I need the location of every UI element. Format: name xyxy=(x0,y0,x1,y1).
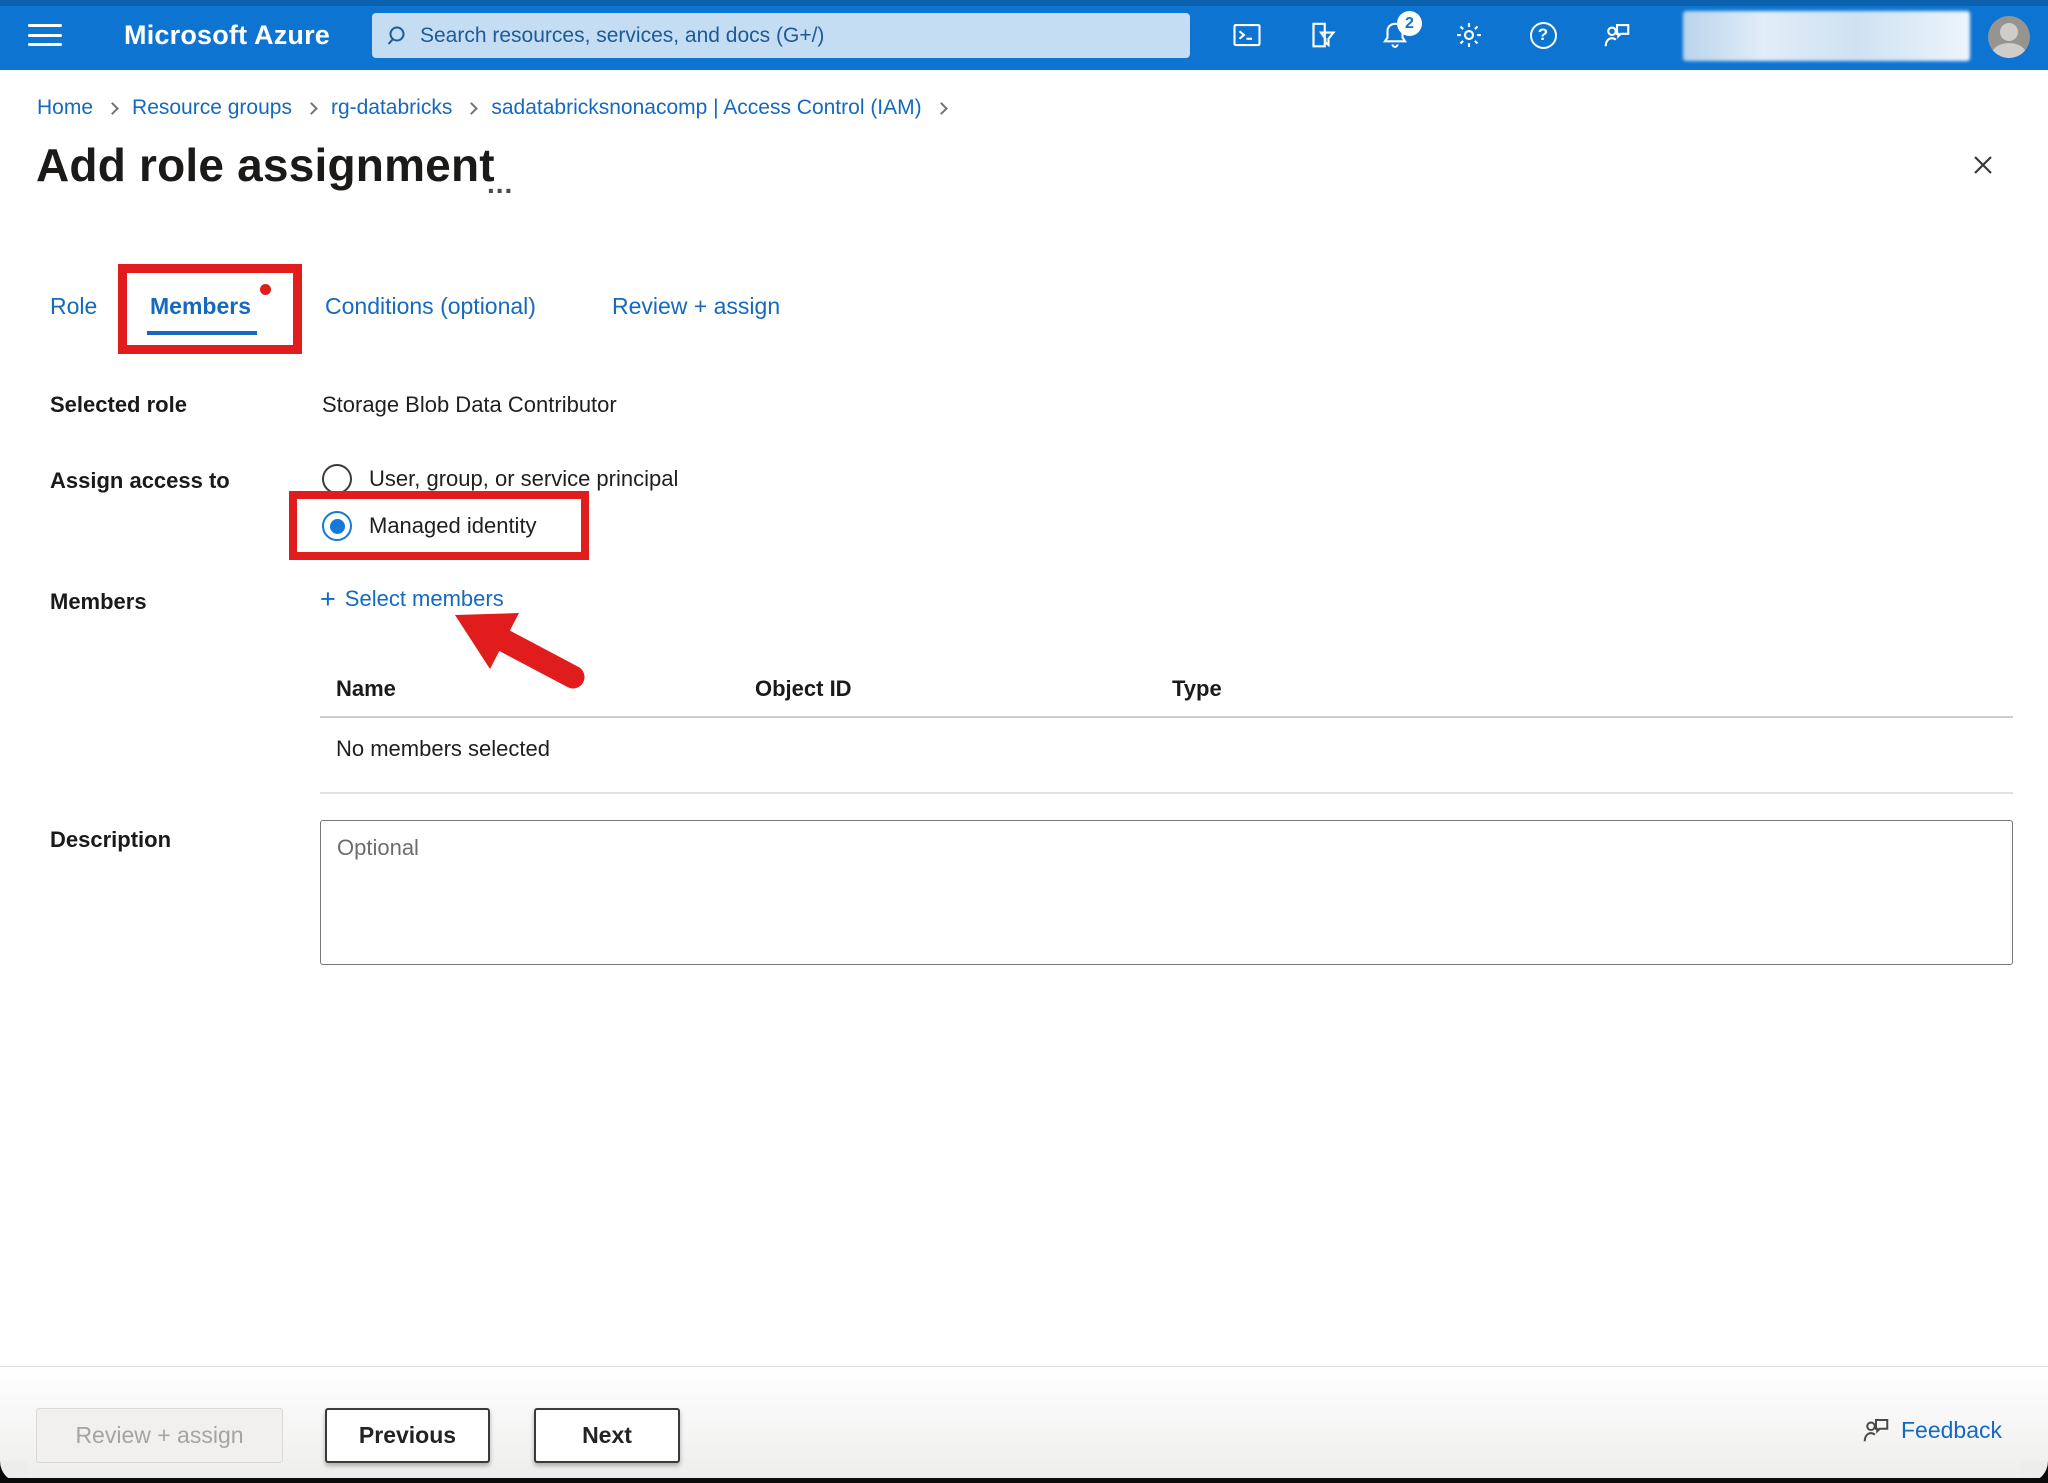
selected-role-label: Selected role xyxy=(50,392,187,418)
empty-members-row: No members selected xyxy=(320,718,2013,792)
feedback-link[interactable]: Feedback xyxy=(1861,1415,2002,1445)
topbar-icons: 2 ? xyxy=(1232,0,1632,70)
top-bar: Microsoft Azure 2 ? xyxy=(0,0,2048,70)
assign-access-to-label: Assign access to xyxy=(50,468,230,494)
hamburger-menu-icon[interactable] xyxy=(28,21,62,49)
settings-gear-icon[interactable] xyxy=(1454,20,1484,50)
more-options-ellipsis[interactable]: ... xyxy=(487,168,513,200)
members-tab-red-dot xyxy=(260,284,271,295)
page-title: Add role assignment xyxy=(36,138,495,192)
notifications-bell-icon[interactable]: 2 xyxy=(1380,20,1410,50)
close-icon[interactable] xyxy=(1962,144,2004,186)
description-textarea[interactable] xyxy=(320,820,2013,965)
members-table-header: Name Object ID Type xyxy=(320,668,2013,716)
tab-members[interactable]: Members xyxy=(150,293,251,320)
feedback-smiley-icon[interactable] xyxy=(1602,20,1632,50)
radio-managed-identity[interactable]: Managed identity xyxy=(322,511,537,541)
breadcrumb-resource-groups[interactable]: Resource groups xyxy=(132,96,292,120)
description-label: Description xyxy=(50,827,171,853)
selected-role-value: Storage Blob Data Contributor xyxy=(322,392,617,418)
notification-count-badge: 2 xyxy=(1397,11,1422,36)
brand-title[interactable]: Microsoft Azure xyxy=(124,0,330,70)
radio-unselected-icon[interactable] xyxy=(322,464,352,494)
global-search[interactable] xyxy=(372,13,1190,58)
members-table: Name Object ID Type No members selected xyxy=(320,668,2013,794)
account-avatar[interactable] xyxy=(1988,16,2030,58)
breadcrumb: Home Resource groups rg-databricks sadat… xyxy=(37,96,948,120)
members-label: Members xyxy=(50,589,147,615)
column-object-id: Object ID xyxy=(755,676,852,702)
select-members-link[interactable]: + Select members xyxy=(320,586,504,612)
tab-role[interactable]: Role xyxy=(50,293,97,320)
help-icon[interactable]: ? xyxy=(1528,20,1558,50)
radio-user-group-service-principal[interactable]: User, group, or service principal xyxy=(322,464,678,494)
chevron-right-icon xyxy=(465,102,478,115)
column-type: Type xyxy=(1172,676,1222,702)
radio-selected-icon[interactable] xyxy=(322,511,352,541)
tab-conditions[interactable]: Conditions (optional) xyxy=(325,293,536,320)
chevron-right-icon xyxy=(305,102,318,115)
azure-portal-page: Microsoft Azure 2 ? xyxy=(0,0,2048,1483)
breadcrumb-home[interactable]: Home xyxy=(37,96,93,120)
column-name: Name xyxy=(336,676,396,702)
review-assign-button[interactable]: Review + assign xyxy=(36,1408,283,1463)
active-tab-underline xyxy=(147,331,257,335)
chevron-right-icon xyxy=(106,102,119,115)
next-button[interactable]: Next xyxy=(534,1408,680,1463)
breadcrumb-rg-databricks[interactable]: rg-databricks xyxy=(331,96,452,120)
cloud-shell-icon[interactable] xyxy=(1232,20,1262,50)
feedback-person-icon xyxy=(1861,1415,1891,1445)
divider xyxy=(320,792,2013,794)
search-icon xyxy=(386,24,410,48)
tab-review-assign[interactable]: Review + assign xyxy=(612,293,780,320)
plus-icon: + xyxy=(320,588,336,610)
directories-filter-icon[interactable] xyxy=(1306,20,1336,50)
breadcrumb-storage-account-iam[interactable]: sadatabricksnonacomp | Access Control (I… xyxy=(491,96,921,120)
search-input[interactable] xyxy=(420,24,1176,48)
video-edge-artifact xyxy=(0,1478,2048,1483)
account-info-redacted xyxy=(1683,11,1970,61)
previous-button[interactable]: Previous xyxy=(325,1408,490,1463)
chevron-right-icon xyxy=(935,102,948,115)
footer-action-bar: Review + assign Previous Next Feedback xyxy=(0,1366,2048,1483)
